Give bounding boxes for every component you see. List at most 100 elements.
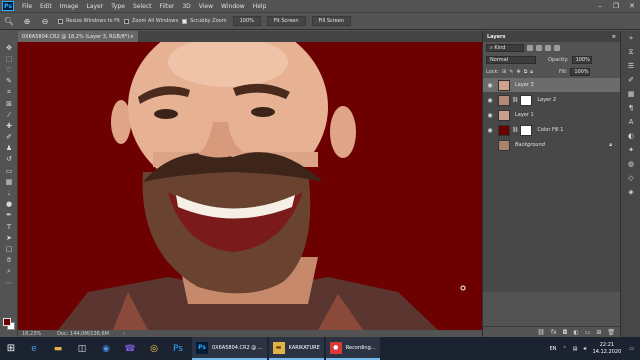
photoshop-taskbar-icon[interactable]: Ps <box>166 337 190 360</box>
taskbar-window-photoshop[interactable]: Ps 0X6A5804.CR2 @ ... <box>192 337 267 360</box>
menu-select[interactable]: Select <box>129 3 156 10</box>
foreground-color-swatch[interactable] <box>3 318 11 326</box>
blend-mode-select[interactable]: Normal <box>486 56 536 64</box>
zoom-all-windows-checkbox[interactable]: Zoom All Windows <box>124 18 178 24</box>
new-layer-icon[interactable]: ⊞ <box>596 329 601 336</box>
visibility-eye-icon[interactable]: ◉ <box>486 112 494 119</box>
healing-brush-tool-icon[interactable]: ✚ <box>0 120 18 131</box>
clock[interactable]: 22:21 14.12.2020 <box>593 342 622 356</box>
eraser-tool-icon[interactable]: ▭ <box>0 165 18 176</box>
network-icon[interactable]: ▤ <box>573 346 578 352</box>
layer-row-color-fill[interactable]: ◉ ⛓ Color Fill 1 <box>483 123 620 138</box>
dodge-tool-icon[interactable]: ● <box>0 199 18 210</box>
zoom-100-button[interactable]: 100% <box>232 16 261 26</box>
trash-icon[interactable]: 🗑︎ <box>607 329 615 336</box>
blur-tool-icon[interactable]: 💧︎ <box>0 187 18 198</box>
menu-layer[interactable]: Layer <box>82 3 107 10</box>
move-tool-icon[interactable]: ✥ <box>0 42 18 53</box>
panel-menu-icon[interactable]: ≡ <box>612 34 616 40</box>
lock-position-icon[interactable]: ✥ <box>517 69 521 75</box>
filter-shape-icon[interactable] <box>554 45 560 51</box>
rectangle-tool-icon[interactable]: ▢ <box>0 243 18 254</box>
crop-tool-icon[interactable]: ⌗ <box>0 87 18 98</box>
status-arrow-icon[interactable]: › <box>123 331 125 337</box>
lasso-tool-icon[interactable]: ➰ <box>0 64 18 75</box>
menu-type[interactable]: Type <box>107 3 129 10</box>
paths-panel-icon[interactable]: ◇ <box>621 171 640 185</box>
styles-panel-icon[interactable]: ✦ <box>621 143 640 157</box>
menu-image[interactable]: Image <box>56 3 83 10</box>
fx-icon[interactable]: fx <box>551 329 557 336</box>
history-brush-tool-icon[interactable]: ↺ <box>0 154 18 165</box>
path-selection-tool-icon[interactable]: ➤ <box>0 232 18 243</box>
frame-tool-icon[interactable]: ⊠ <box>0 98 18 109</box>
menu-file[interactable]: File <box>18 3 36 10</box>
new-group-icon[interactable]: ▭ <box>585 329 591 336</box>
clone-stamp-tool-icon[interactable]: ♟ <box>0 143 18 154</box>
marquee-tool-icon[interactable]: ⬚ <box>0 53 18 64</box>
collapse-panels-icon[interactable]: » <box>621 31 640 45</box>
lock-artboard-icon[interactable]: ⧉ <box>524 69 528 75</box>
layers-panel-icon[interactable]: ◈ <box>621 185 640 199</box>
document-tab[interactable]: 0X6A5804.CR2 @ 18,2% (Layer 3, RGB/8*) × <box>18 31 138 42</box>
fill-input[interactable]: 100% <box>570 68 591 76</box>
gradient-tool-icon[interactable]: ▦ <box>0 176 18 187</box>
zoom-level[interactable]: 18,23% <box>22 331 41 337</box>
app-icon[interactable]: ◉ <box>94 337 118 360</box>
layer-name[interactable]: Layer 3 <box>515 82 534 88</box>
tray-chevron-icon[interactable]: ⌃ <box>563 346 567 352</box>
viber-icon[interactable]: ☎ <box>118 337 142 360</box>
adjustments-panel-icon[interactable]: ◐ <box>621 129 640 143</box>
menu-filter[interactable]: Filter <box>156 3 179 10</box>
windows-start-icon[interactable]: ⊞ <box>0 337 22 360</box>
layer-name[interactable]: Background <box>515 142 545 148</box>
menu-edit[interactable]: Edit <box>36 3 56 10</box>
layer-row-2[interactable]: ◉ ⛓ Layer 2 <box>483 93 620 108</box>
brush-tool-icon[interactable]: ✐ <box>0 132 18 143</box>
menu-help[interactable]: Help <box>249 3 271 10</box>
lock-all-icon[interactable]: 🔒︎ <box>530 69 533 75</box>
more-tools-icon[interactable]: ⋯ <box>0 277 18 288</box>
quick-select-tool-icon[interactable]: ✎ <box>0 76 18 87</box>
layer-name[interactable]: Layer 2 <box>537 97 556 103</box>
swatches-panel-icon[interactable]: ▦ <box>621 87 640 101</box>
scrubby-zoom-checkbox[interactable]: Scrubby Zoom <box>182 18 227 24</box>
hand-tool-icon[interactable]: ✋︎ <box>0 255 18 266</box>
visibility-eye-icon[interactable]: ◉ <box>486 82 494 89</box>
zoom-out-icon[interactable]: ⊖ <box>39 15 51 27</box>
eyedropper-tool-icon[interactable]: ⁄ <box>0 109 18 120</box>
paragraph-panel-icon[interactable]: ¶ <box>621 101 640 115</box>
zoom-tool-side-icon[interactable]: ⌕ <box>0 266 18 277</box>
store-icon[interactable]: ◫ <box>70 337 94 360</box>
edge-icon[interactable]: e <box>22 337 46 360</box>
filter-pixel-icon[interactable] <box>527 45 533 51</box>
opacity-input[interactable]: 100% <box>571 56 592 64</box>
file-explorer-icon[interactable]: ▬ <box>46 337 70 360</box>
character-panel-icon[interactable]: A <box>621 115 640 129</box>
language-indicator[interactable]: EN <box>550 346 557 352</box>
pen-tool-icon[interactable]: ✒ <box>0 210 18 221</box>
visibility-eye-icon[interactable]: ◉ <box>486 127 494 134</box>
zoom-tool-icon[interactable]: 🔍︎ <box>3 15 15 27</box>
chrome-icon[interactable]: ◎ <box>142 337 166 360</box>
adjustment-layer-icon[interactable]: ◐ <box>573 329 578 336</box>
layer-row-1[interactable]: ◉ Layer 1 <box>483 108 620 123</box>
properties-panel-icon[interactable]: ☰ <box>621 59 640 73</box>
layer-row-background[interactable]: Background 🔒︎ <box>483 138 620 153</box>
channels-panel-icon[interactable]: ◍ <box>621 157 640 171</box>
filter-adjust-icon[interactable] <box>536 45 542 51</box>
link-layers-icon[interactable]: ⛓ <box>537 329 545 336</box>
menu-3d[interactable]: 3D <box>178 3 194 10</box>
layer-row-3[interactable]: ◉ Layer 3 <box>483 78 620 93</box>
taskbar-window-folder[interactable]: ▬ KARIKATURE <box>268 337 324 360</box>
minimize-icon[interactable]: – <box>592 0 608 12</box>
visibility-eye-icon[interactable]: ◉ <box>486 97 494 104</box>
menu-window[interactable]: Window <box>217 3 249 10</box>
lock-paint-icon[interactable]: ✎ <box>509 69 513 75</box>
layers-panel-title[interactable]: Layers <box>487 34 506 40</box>
fill-screen-button[interactable]: Fill Screen <box>311 16 352 26</box>
lock-pixels-icon[interactable]: ⊞ <box>502 69 506 75</box>
layer-name[interactable]: Layer 1 <box>515 112 534 118</box>
chain-link-icon[interactable]: ⛓ <box>512 97 518 103</box>
document-canvas[interactable] <box>18 42 482 330</box>
